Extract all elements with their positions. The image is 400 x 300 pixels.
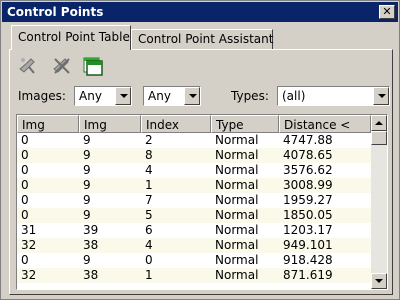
cell-img1: 0	[21, 253, 29, 267]
cell-type: Normal	[215, 238, 259, 252]
window-title: Control Points	[7, 5, 104, 19]
cell-img2: 9	[83, 193, 91, 207]
types-value: (all)	[282, 89, 306, 103]
cell-distance: 949.101	[283, 238, 333, 252]
cell-index: 4	[145, 238, 153, 252]
cell-img1: 32	[21, 238, 37, 252]
cell-distance: 3008.99	[283, 178, 333, 192]
table-row[interactable]: 0 9 8 Normal 4078.65	[17, 148, 371, 163]
delete-point-icon[interactable]	[51, 55, 73, 77]
cell-index: 0	[145, 253, 153, 267]
table-row[interactable]: 32 38 1 Normal 871.619	[17, 268, 371, 283]
table-row[interactable]: 0 9 2 Normal 4747.88	[17, 133, 371, 148]
cell-index: 1	[145, 178, 153, 192]
cell-img2: 9	[83, 208, 91, 222]
title-bar[interactable]: Control Points ✕	[2, 2, 398, 22]
cell-distance: 4078.65	[283, 148, 333, 162]
cell-img1: 0	[21, 133, 29, 147]
scroll-thumb[interactable]	[371, 131, 387, 145]
scroll-up-icon[interactable]	[371, 115, 387, 131]
cell-type: Normal	[215, 148, 259, 162]
column-header-img2[interactable]: Img	[79, 115, 141, 133]
cell-distance: 1959.27	[283, 193, 333, 207]
cell-img2: 9	[83, 163, 91, 177]
table-header: Img Img Index Type Distance <	[17, 115, 371, 133]
cell-img2: 38	[83, 238, 99, 252]
types-label: Types:	[231, 89, 269, 103]
image1-value: Any	[79, 89, 102, 103]
cell-index: 8	[145, 148, 153, 162]
image2-select[interactable]: Any	[143, 86, 201, 106]
cell-img1: 0	[21, 208, 29, 222]
tab-control-point-assistant[interactable]: Control Point Assistant	[131, 29, 273, 49]
types-select[interactable]: (all)	[277, 86, 390, 106]
cell-img2: 9	[83, 133, 91, 147]
cell-type: Normal	[215, 193, 259, 207]
cell-img2: 38	[83, 268, 99, 282]
cell-type: Normal	[215, 133, 259, 147]
close-button[interactable]: ✕	[379, 5, 395, 19]
cell-img1: 0	[21, 193, 29, 207]
chevron-down-icon[interactable]	[184, 87, 200, 105]
cell-img1: 0	[21, 148, 29, 162]
table-row[interactable]: 0 9 0 Normal 918.428	[17, 253, 371, 268]
cell-distance: 1850.05	[283, 208, 333, 222]
image1-select[interactable]: Any	[74, 86, 132, 106]
cell-distance: 4747.88	[283, 133, 333, 147]
column-header-distance[interactable]: Distance <	[279, 115, 371, 133]
add-point-icon[interactable]	[17, 55, 39, 77]
cell-index: 2	[145, 133, 153, 147]
cell-img1: 32	[21, 268, 37, 282]
column-header-type[interactable]: Type	[211, 115, 279, 133]
tab-control-point-table[interactable]: Control Point Table	[11, 25, 131, 50]
cell-index: 5	[145, 208, 153, 222]
chevron-down-icon[interactable]	[115, 87, 131, 105]
vertical-scrollbar[interactable]	[371, 115, 387, 289]
table-row[interactable]: 32 38 4 Normal 949.101	[17, 238, 371, 253]
cell-index: 1	[145, 268, 153, 282]
chevron-down-icon[interactable]	[373, 87, 389, 105]
column-header-index[interactable]: Index	[141, 115, 211, 133]
table-row[interactable]: 0 9 4 Normal 3576.62	[17, 163, 371, 178]
cell-type: Normal	[215, 178, 259, 192]
cell-img2: 9	[83, 178, 91, 192]
cell-img1: 31	[21, 223, 37, 237]
control-point-table[interactable]: Img Img Index Type Distance < 0 9 2 Norm…	[16, 114, 388, 290]
cell-type: Normal	[215, 268, 259, 282]
cell-index: 6	[145, 223, 153, 237]
cell-index: 7	[145, 193, 153, 207]
cell-img1: 0	[21, 178, 29, 192]
new-window-icon[interactable]	[82, 55, 104, 77]
cell-type: Normal	[215, 208, 259, 222]
column-header-img1[interactable]: Img	[17, 115, 79, 133]
table-row[interactable]: 31 39 6 Normal 1203.17	[17, 223, 371, 238]
table-row[interactable]: 0 9 7 Normal 1959.27	[17, 193, 371, 208]
cell-img1: 0	[21, 163, 29, 177]
cell-img2: 9	[83, 148, 91, 162]
cell-distance: 1203.17	[283, 223, 333, 237]
scroll-down-icon[interactable]	[371, 273, 387, 289]
cell-distance: 3576.62	[283, 163, 333, 177]
cell-distance: 871.619	[283, 268, 333, 282]
cell-type: Normal	[215, 163, 259, 177]
tab-panel: Images: Any Any Types: (all) Img Img Ind…	[9, 49, 393, 295]
cell-type: Normal	[215, 223, 259, 237]
images-label: Images:	[18, 89, 66, 103]
cell-distance: 918.428	[283, 253, 333, 267]
table-row[interactable]: 0 9 5 Normal 1850.05	[17, 208, 371, 223]
cell-type: Normal	[215, 253, 259, 267]
cell-img2: 39	[83, 223, 99, 237]
image2-value: Any	[148, 89, 171, 103]
close-icon: ✕	[382, 5, 392, 18]
control-points-window: Control Points ✕ Control Point Table Con…	[0, 0, 400, 300]
cell-index: 4	[145, 163, 153, 177]
cell-img2: 9	[83, 253, 91, 267]
table-row[interactable]: 0 9 1 Normal 3008.99	[17, 178, 371, 193]
